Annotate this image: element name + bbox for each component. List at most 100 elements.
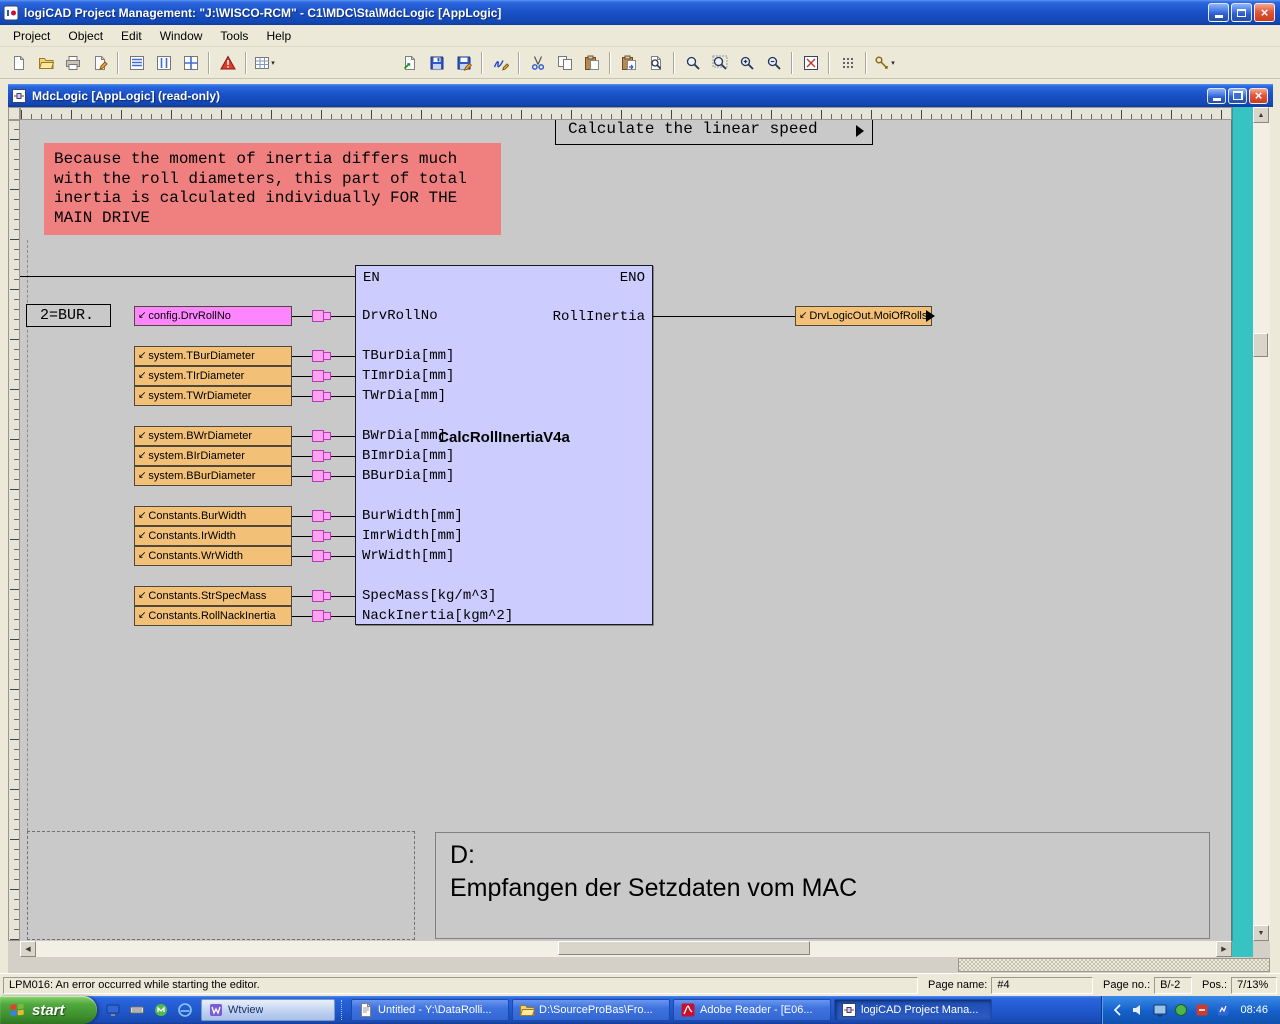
description-box[interactable]: D: Empfangen der Setzdaten vom MAC — [435, 832, 1210, 939]
toolbar-copy-button[interactable] — [551, 50, 578, 75]
toolbar-cut-button[interactable] — [524, 50, 551, 75]
tray-red-icon[interactable] — [1194, 1002, 1210, 1018]
input-variable-label[interactable]: system.TWrDiameter — [134, 386, 292, 406]
maximize-button[interactable] — [1231, 3, 1252, 22]
scroll-down-button[interactable]: ▼ — [1253, 925, 1269, 941]
toolbar-view-tile-button[interactable] — [177, 50, 204, 75]
taskbar-task-5[interactable]: logiCAD Project Mana... — [834, 999, 992, 1021]
ql-desktop-icon[interactable] — [102, 999, 124, 1021]
minimize-button[interactable] — [1208, 3, 1229, 22]
clock[interactable]: 08:46 — [1240, 1004, 1268, 1016]
notepad-icon — [358, 1002, 374, 1018]
statusbar: LPM016: An error occurred while starting… — [0, 973, 1280, 996]
wire — [331, 476, 355, 477]
vertical-scrollbar[interactable]: ▲ ▼ — [1253, 107, 1270, 941]
input-variable-label[interactable]: system.TIrDiameter — [134, 366, 292, 386]
task-label: Adobe Reader - [E06... — [700, 1004, 813, 1016]
linear-speed-comment-box[interactable]: Calculate the linear speed — [555, 120, 873, 145]
toolbar-signature-button[interactable] — [487, 50, 514, 75]
background-scrollbar-track[interactable] — [958, 958, 1270, 972]
task-list: Wtview Untitled - Y:\DataRolli...D:\Sourc… — [201, 999, 992, 1021]
menu-tools[interactable]: Tools — [211, 26, 257, 46]
variable-name: system.BWrDiameter — [148, 430, 252, 442]
toolbar-window-x-button[interactable] — [797, 50, 824, 75]
input-variable-label[interactable]: Constants.RollNackInertia — [134, 606, 292, 626]
toolbar-find-page-button[interactable] — [642, 50, 669, 75]
input-variable-label[interactable]: system.BWrDiameter — [134, 426, 292, 446]
inertia-comment-box[interactable]: Because the moment of inertia differs mu… — [44, 143, 501, 235]
input-variable-label[interactable]: system.TBurDiameter — [134, 346, 292, 366]
block-input-pin-label: WrWidth[mm] — [362, 547, 454, 565]
child-close-button[interactable]: × — [1249, 88, 1268, 104]
toolbar-zoom-sel-button[interactable] — [706, 50, 733, 75]
connection-pin-inner — [323, 532, 331, 540]
toolbar-view-columns-button[interactable] — [150, 50, 177, 75]
ql-msn-icon[interactable] — [150, 999, 172, 1021]
close-button[interactable]: × — [1254, 3, 1275, 22]
input-variable-label[interactable]: system.BIrDiameter — [134, 446, 292, 466]
horizontal-scroll-thumb[interactable] — [558, 941, 810, 955]
tray-blue-icon[interactable] — [1215, 1002, 1231, 1018]
vertical-scroll-thumb[interactable] — [1253, 333, 1268, 357]
child-minimize-button[interactable] — [1207, 88, 1226, 104]
horizontal-scrollbar[interactable]: ◀ ▶ — [20, 941, 1232, 957]
tray-chevron-icon[interactable] — [1110, 1002, 1126, 1018]
tray-volume-icon[interactable] — [1131, 1002, 1147, 1018]
input-variable-label[interactable]: Constants.WrWidth — [134, 546, 292, 566]
diagram-canvas[interactable]: Calculate the linear speed Because the m… — [20, 120, 1232, 941]
toolbar-save-button[interactable] — [423, 50, 450, 75]
scroll-left-icon: ◀ — [25, 946, 30, 953]
wire — [331, 556, 355, 557]
ql-ie-icon[interactable] — [174, 999, 196, 1021]
tray-icons — [1110, 1002, 1231, 1018]
variable-name: system.BIrDiameter — [148, 450, 245, 462]
taskbar-task-2[interactable]: Untitled - Y:\DataRolli... — [351, 999, 509, 1021]
toolbar-paste-arrow-button[interactable] — [615, 50, 642, 75]
toolbar-zoom-out-button[interactable] — [760, 50, 787, 75]
menu-edit[interactable]: Edit — [112, 26, 151, 46]
toolbar-page-edit-button[interactable] — [86, 50, 113, 75]
selector-box[interactable]: 2=BUR. — [26, 304, 111, 327]
child-restore-button[interactable] — [1228, 88, 1247, 104]
input-variable-label[interactable]: system.BBurDiameter — [134, 466, 292, 486]
scroll-left-button[interactable]: ◀ — [20, 941, 36, 957]
toolbar-key-button[interactable]: ▾ — [871, 50, 898, 75]
toolbar-paste-button[interactable] — [578, 50, 605, 75]
menu-project[interactable]: Project — [4, 26, 59, 46]
toolbar-open-folder-button[interactable] — [32, 50, 59, 75]
toolbar-printer-button[interactable] — [59, 50, 86, 75]
toolbar-zoom-button[interactable] — [679, 50, 706, 75]
toolbar-zoom-in-button[interactable] — [733, 50, 760, 75]
menu-window[interactable]: Window — [151, 26, 212, 46]
toolbar-warning-button[interactable] — [214, 50, 241, 75]
taskbar-task-4[interactable]: Adobe Reader - [E06... — [673, 999, 831, 1021]
input-variable-label[interactable]: Constants.IrWidth — [134, 526, 292, 546]
output-variable-label[interactable]: DrvLogicOut.MoiOfRolls — [795, 306, 932, 326]
tray-green-icon[interactable] — [1173, 1002, 1189, 1018]
scroll-right-button[interactable]: ▶ — [1216, 941, 1232, 957]
child-window-icon — [11, 88, 27, 104]
input-variable-label[interactable]: config.DrvRollNo — [134, 306, 292, 326]
taskbar-task-1[interactable]: Wtview — [201, 999, 335, 1021]
toolbar-view-rows-button[interactable] — [123, 50, 150, 75]
menu-object[interactable]: Object — [59, 26, 112, 46]
toolbar-dots-button[interactable] — [834, 50, 861, 75]
toolbar-page-refresh-button[interactable] — [396, 50, 423, 75]
block-input-pin-label: TWrDia[mm] — [362, 387, 446, 405]
taskbar-task-3[interactable]: D:\SourceProBas\Fro... — [512, 999, 670, 1021]
scroll-right-icon: ▶ — [1221, 946, 1226, 953]
tray-display-icon[interactable] — [1152, 1002, 1168, 1018]
ql-keyboard-icon[interactable] — [126, 999, 148, 1021]
wire — [331, 536, 355, 537]
page-no-label: Page no.: — [1103, 979, 1150, 991]
toolbar-new-page-button[interactable] — [5, 50, 32, 75]
start-button[interactable]: start — [0, 996, 97, 1024]
wire — [292, 556, 313, 557]
variable-name: system.TBurDiameter — [148, 350, 254, 362]
toolbar-save-pen-button[interactable] — [450, 50, 477, 75]
input-variable-label[interactable]: Constants.BurWidth — [134, 506, 292, 526]
scroll-up-button[interactable]: ▲ — [1253, 107, 1269, 123]
menu-help[interactable]: Help — [257, 26, 300, 46]
toolbar-table-button[interactable]: ▾ — [251, 50, 278, 75]
input-variable-label[interactable]: Constants.StrSpecMass — [134, 586, 292, 606]
